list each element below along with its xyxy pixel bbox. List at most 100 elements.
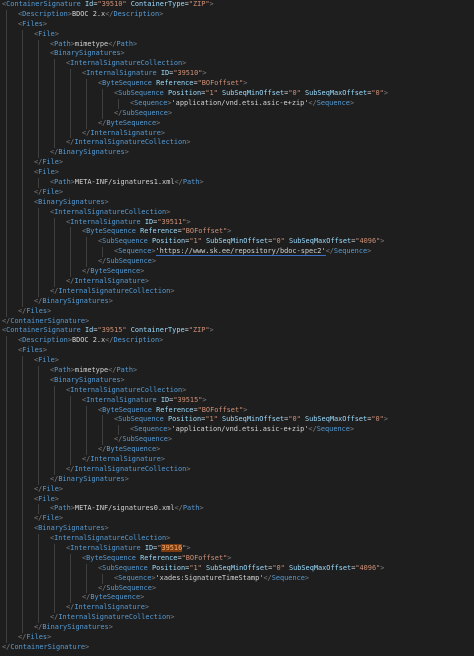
code-line[interactable]: <BinarySignatures> xyxy=(0,524,474,535)
text-content: 'application/vnd.etsi.asic-e+zip' xyxy=(171,425,309,434)
indent-guide xyxy=(102,98,103,109)
code-line[interactable]: <ByteSequence Reference="BOFoffset"> xyxy=(0,227,474,238)
code-line[interactable]: <File> xyxy=(0,356,474,366)
tag-name: BinarySignatures xyxy=(42,296,109,305)
code-line[interactable]: </ContainerSignature> xyxy=(0,317,474,327)
code-content: <InternalSignatureCollection> xyxy=(66,386,186,396)
code-line[interactable]: <InternalSignature ID="39510"> xyxy=(0,69,474,80)
indent-guide xyxy=(6,365,7,376)
tag-bracket: > xyxy=(182,385,187,394)
indent-guide xyxy=(38,118,39,129)
code-line[interactable]: <Path>mimetype</Path> xyxy=(0,365,474,376)
indent-guide xyxy=(6,425,7,436)
code-line[interactable]: </InternalSignatureCollection> xyxy=(0,613,474,624)
code-line[interactable]: <InternalSignature ID="39511"> xyxy=(0,217,474,228)
code-line[interactable]: <Path>mimetype</Path> xyxy=(0,39,474,50)
code-line[interactable]: <ByteSequence Reference="BOFoffset"> xyxy=(0,79,474,90)
tag-name: InternalSignatureCollection xyxy=(54,207,167,216)
tag-name: Sequence xyxy=(316,425,350,434)
indent-guide xyxy=(54,603,55,614)
code-line[interactable]: <Description>BDOC 2.x</Description> xyxy=(0,336,474,347)
code-line[interactable]: </InternalSignature> xyxy=(0,276,474,287)
code-line[interactable]: </SubSequence> xyxy=(0,108,474,119)
code-line[interactable]: <ByteSequence Reference="BOFoffset"> xyxy=(0,553,474,564)
code-line[interactable]: <Sequence>'application/vnd.etsi.asic-e+z… xyxy=(0,98,474,109)
indent-guide xyxy=(70,583,71,594)
indent-guide xyxy=(6,494,7,505)
indent-guide xyxy=(6,603,7,614)
code-line[interactable]: <File> xyxy=(0,168,474,179)
indent-guide xyxy=(38,573,39,584)
code-line[interactable]: <BinarySignatures> xyxy=(0,49,474,60)
code-line[interactable]: </Files> xyxy=(0,306,474,317)
code-line[interactable]: </BinarySignatures> xyxy=(0,148,474,159)
code-editor[interactable]: <ContainerSignature Id="39510" Container… xyxy=(0,0,474,656)
code-line[interactable]: <Path>META-INF/signatures0.xml</Path> xyxy=(0,504,474,515)
code-line[interactable]: <InternalSignature ID="39516"> xyxy=(0,543,474,554)
code-line[interactable]: <SubSequence Position="1" SubSeqMinOffse… xyxy=(0,415,474,426)
code-line[interactable]: <ContainerSignature Id="39515" Container… xyxy=(0,326,474,336)
indent-guide xyxy=(38,395,39,406)
code-line[interactable]: <Files> xyxy=(0,346,474,357)
code-line[interactable]: </InternalSignature> xyxy=(0,454,474,465)
indent-guide xyxy=(6,524,7,535)
code-content: <ContainerSignature Id="39510" Container… xyxy=(2,0,214,10)
code-line[interactable]: </InternalSignatureCollection> xyxy=(0,286,474,297)
code-line[interactable]: <BinarySignatures> xyxy=(0,197,474,208)
code-line[interactable]: <InternalSignatureCollection> xyxy=(0,534,474,544)
code-line[interactable]: <Files> xyxy=(0,19,474,30)
tag-name: ContainerSignature xyxy=(10,316,85,325)
indent-guide xyxy=(38,365,39,376)
code-line[interactable]: <SubSequence Position="1" SubSeqMinOffse… xyxy=(0,89,474,99)
code-line[interactable]: <Sequence>'application/vnd.etsi.asic-e+z… xyxy=(0,425,474,436)
code-line[interactable]: <InternalSignatureCollection> xyxy=(0,385,474,396)
code-line[interactable]: </ByteSequence> xyxy=(0,445,474,455)
code-line[interactable]: </BinarySignatures> xyxy=(0,474,474,485)
tag-bracket: > xyxy=(140,593,145,602)
code-line[interactable]: </BinarySignatures> xyxy=(0,296,474,307)
indent-guide xyxy=(54,128,55,139)
code-line[interactable]: </InternalSignatureCollection> xyxy=(0,138,474,149)
tag-bracket: > xyxy=(120,375,125,384)
indent-guide xyxy=(22,603,23,614)
code-line[interactable]: <Description>BDOC 2.x</Description> xyxy=(0,9,474,20)
code-line[interactable]: <SubSequence Position="1" SubSeqMinOffse… xyxy=(0,237,474,248)
code-line[interactable]: <InternalSignatureCollection> xyxy=(0,59,474,70)
code-line[interactable]: <File> xyxy=(0,29,474,40)
code-line[interactable]: </ByteSequence> xyxy=(0,593,474,604)
tag-name: Description xyxy=(22,336,68,345)
indent-guide xyxy=(22,435,23,446)
code-line[interactable]: </SubSequence> xyxy=(0,435,474,446)
code-content: <InternalSignatureCollection> xyxy=(66,59,186,69)
code-line[interactable]: </InternalSignature> xyxy=(0,603,474,614)
code-line[interactable]: </ContainerSignature> xyxy=(0,643,474,653)
tag-bracket: > xyxy=(186,464,191,473)
code-line[interactable]: <BinarySignatures> xyxy=(0,375,474,386)
code-line[interactable]: </File> xyxy=(0,187,474,198)
code-line[interactable]: <InternalSignatureCollection> xyxy=(0,207,474,218)
code-line[interactable]: </ByteSequence> xyxy=(0,267,474,277)
code-line[interactable]: <Sequence>'xades:SignatureTimeStamp'</Se… xyxy=(0,573,474,584)
code-line[interactable]: </BinarySignatures> xyxy=(0,623,474,633)
code-line[interactable]: <SubSequence Position="1" SubSeqMinOffse… xyxy=(0,563,474,574)
text-content: 'https://www.sk.ee/repository/bdoc-spec2… xyxy=(155,247,326,257)
code-line[interactable]: </ByteSequence> xyxy=(0,118,474,129)
indent-guide xyxy=(86,415,87,426)
code-line[interactable]: <File> xyxy=(0,494,474,505)
code-line[interactable]: <ByteSequence Reference="BOFoffset"> xyxy=(0,405,474,416)
text-content: META-INF/signatures0.xml xyxy=(74,504,175,513)
code-line[interactable]: <Sequence>'https://www.sk.ee/repository/… xyxy=(0,247,474,258)
code-line[interactable]: </Files> xyxy=(0,633,474,643)
code-line[interactable]: <InternalSignature ID="39515"> xyxy=(0,395,474,406)
code-line[interactable]: </File> xyxy=(0,514,474,525)
code-line[interactable]: <ContainerSignature Id="39510" Container… xyxy=(0,0,474,10)
code-line[interactable]: </SubSequence> xyxy=(0,257,474,268)
code-line[interactable]: </InternalSignatureCollection> xyxy=(0,464,474,475)
code-line[interactable]: </SubSequence> xyxy=(0,583,474,594)
text-content: BDOC 2.x xyxy=(71,9,106,18)
code-line[interactable]: </InternalSignature> xyxy=(0,128,474,139)
code-line[interactable]: </File> xyxy=(0,484,474,495)
code-content: </InternalSignature> xyxy=(66,603,149,613)
code-line[interactable]: </File> xyxy=(0,158,474,169)
code-line[interactable]: <Path>META-INF/signatures1.xml</Path> xyxy=(0,178,474,188)
